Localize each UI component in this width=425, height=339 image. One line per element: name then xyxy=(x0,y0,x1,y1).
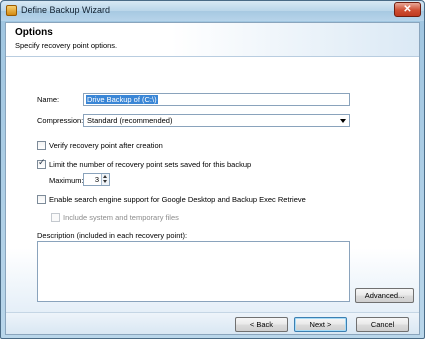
limit-checkbox[interactable] xyxy=(37,158,46,169)
chevron-down-icon[interactable] xyxy=(103,180,107,183)
description-field[interactable] xyxy=(37,241,350,302)
backup-app-icon xyxy=(6,5,17,16)
compression-select[interactable]: Standard (recommended) xyxy=(83,114,350,127)
stepper-buttons[interactable] xyxy=(101,174,109,185)
name-label: Name: xyxy=(37,95,60,104)
description-label: Description (included in each recovery p… xyxy=(37,231,188,240)
page-subtitle: Specify recovery point options. xyxy=(15,41,118,50)
maximum-label: Maximum: xyxy=(49,176,84,185)
limit-label: Limit the number of recovery point sets … xyxy=(49,160,252,169)
page-title: Options xyxy=(15,27,53,38)
include-system-checkbox[interactable] xyxy=(51,213,60,222)
back-button[interactable]: < Back xyxy=(235,317,288,332)
maximum-value: 3 xyxy=(94,175,99,184)
name-field[interactable]: Drive Backup of (C:\) xyxy=(83,93,350,106)
options-panel: Name: Drive Backup of (C:\) Compression:… xyxy=(6,58,419,312)
wizard-header: Options Specify recovery point options. xyxy=(6,23,419,57)
compression-value: Standard (recommended) xyxy=(87,116,173,125)
close-button[interactable]: ✕ xyxy=(394,2,421,17)
maximum-stepper[interactable]: 3 xyxy=(83,173,110,186)
window-title: Define Backup Wizard xyxy=(21,5,111,15)
chevron-up-icon[interactable] xyxy=(103,175,107,178)
name-value: Drive Backup of (C:\) xyxy=(86,95,158,104)
advanced-button[interactable]: Advanced... xyxy=(355,288,414,303)
include-system-label: Include system and temporary files xyxy=(63,213,179,222)
search-engine-label: Enable search engine support for Google … xyxy=(49,195,306,204)
wizard-client-area: Options Specify recovery point options. … xyxy=(5,22,420,335)
wizard-window: Define Backup Wizard ✕ Options Specify r… xyxy=(0,0,425,339)
verify-checkbox[interactable] xyxy=(37,141,46,150)
compression-label: Compression: xyxy=(37,116,84,125)
title-bar: Define Backup Wizard ✕ xyxy=(1,1,424,21)
verify-label: Verify recovery point after creation xyxy=(49,141,163,150)
next-button[interactable]: Next > xyxy=(294,317,347,332)
cancel-button[interactable]: Cancel xyxy=(356,317,409,332)
wizard-footer: < Back Next > Cancel xyxy=(6,312,419,334)
chevron-down-icon xyxy=(340,119,346,123)
search-engine-checkbox[interactable] xyxy=(37,195,46,204)
